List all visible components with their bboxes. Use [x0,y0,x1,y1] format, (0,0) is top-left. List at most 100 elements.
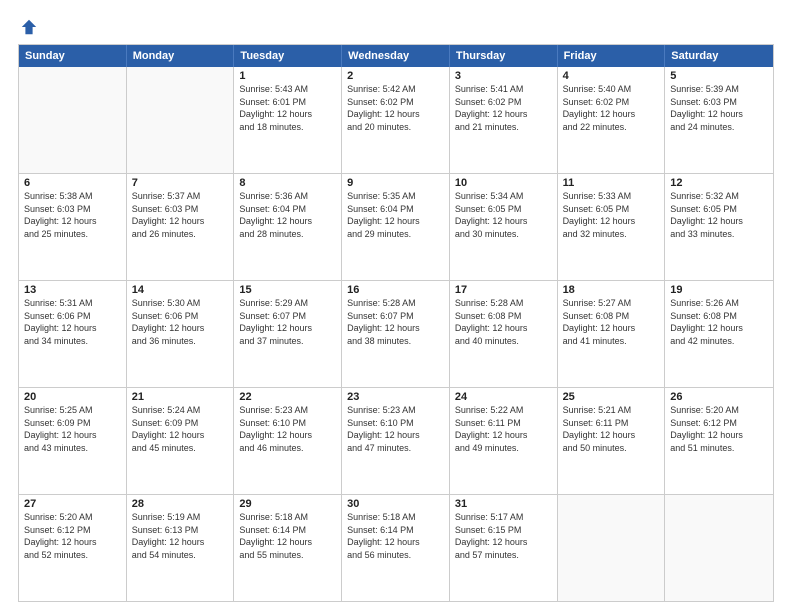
day-number: 31 [455,498,552,510]
day-info: Sunrise: 5:31 AM Sunset: 6:06 PM Dayligh… [24,297,121,347]
calendar-cell: 30Sunrise: 5:18 AM Sunset: 6:14 PM Dayli… [342,495,450,601]
day-info: Sunrise: 5:18 AM Sunset: 6:14 PM Dayligh… [239,511,336,561]
calendar-cell: 19Sunrise: 5:26 AM Sunset: 6:08 PM Dayli… [665,281,773,387]
day-number: 27 [24,498,121,510]
day-info: Sunrise: 5:28 AM Sunset: 6:07 PM Dayligh… [347,297,444,347]
calendar-cell [665,495,773,601]
day-info: Sunrise: 5:28 AM Sunset: 6:08 PM Dayligh… [455,297,552,347]
calendar-cell: 6Sunrise: 5:38 AM Sunset: 6:03 PM Daylig… [19,174,127,280]
day-number: 19 [670,284,768,296]
day-info: Sunrise: 5:22 AM Sunset: 6:11 PM Dayligh… [455,404,552,454]
day-info: Sunrise: 5:40 AM Sunset: 6:02 PM Dayligh… [563,83,660,133]
day-info: Sunrise: 5:24 AM Sunset: 6:09 PM Dayligh… [132,404,229,454]
day-number: 24 [455,391,552,403]
page: SundayMondayTuesdayWednesdayThursdayFrid… [0,0,792,612]
day-info: Sunrise: 5:33 AM Sunset: 6:05 PM Dayligh… [563,190,660,240]
day-number: 6 [24,177,121,189]
header-day-saturday: Saturday [665,45,773,67]
day-info: Sunrise: 5:23 AM Sunset: 6:10 PM Dayligh… [239,404,336,454]
day-number: 2 [347,70,444,82]
day-number: 18 [563,284,660,296]
calendar-cell: 20Sunrise: 5:25 AM Sunset: 6:09 PM Dayli… [19,388,127,494]
calendar-cell [127,67,235,173]
day-number: 5 [670,70,768,82]
calendar-cell: 13Sunrise: 5:31 AM Sunset: 6:06 PM Dayli… [19,281,127,387]
calendar-cell: 31Sunrise: 5:17 AM Sunset: 6:15 PM Dayli… [450,495,558,601]
calendar-cell: 12Sunrise: 5:32 AM Sunset: 6:05 PM Dayli… [665,174,773,280]
day-info: Sunrise: 5:32 AM Sunset: 6:05 PM Dayligh… [670,190,768,240]
day-info: Sunrise: 5:27 AM Sunset: 6:08 PM Dayligh… [563,297,660,347]
day-number: 3 [455,70,552,82]
calendar-cell: 24Sunrise: 5:22 AM Sunset: 6:11 PM Dayli… [450,388,558,494]
day-number: 17 [455,284,552,296]
calendar-cell: 1Sunrise: 5:43 AM Sunset: 6:01 PM Daylig… [234,67,342,173]
header-day-wednesday: Wednesday [342,45,450,67]
calendar-cell: 7Sunrise: 5:37 AM Sunset: 6:03 PM Daylig… [127,174,235,280]
day-number: 20 [24,391,121,403]
header-day-monday: Monday [127,45,235,67]
calendar-cell: 18Sunrise: 5:27 AM Sunset: 6:08 PM Dayli… [558,281,666,387]
header [18,18,774,36]
calendar-cell: 28Sunrise: 5:19 AM Sunset: 6:13 PM Dayli… [127,495,235,601]
calendar-cell: 26Sunrise: 5:20 AM Sunset: 6:12 PM Dayli… [665,388,773,494]
day-number: 30 [347,498,444,510]
day-info: Sunrise: 5:37 AM Sunset: 6:03 PM Dayligh… [132,190,229,240]
header-day-tuesday: Tuesday [234,45,342,67]
logo [18,18,38,36]
day-info: Sunrise: 5:19 AM Sunset: 6:13 PM Dayligh… [132,511,229,561]
calendar-header: SundayMondayTuesdayWednesdayThursdayFrid… [19,45,773,67]
day-number: 7 [132,177,229,189]
day-number: 25 [563,391,660,403]
day-number: 23 [347,391,444,403]
calendar-cell: 21Sunrise: 5:24 AM Sunset: 6:09 PM Dayli… [127,388,235,494]
day-info: Sunrise: 5:36 AM Sunset: 6:04 PM Dayligh… [239,190,336,240]
header-day-friday: Friday [558,45,666,67]
calendar-cell: 25Sunrise: 5:21 AM Sunset: 6:11 PM Dayli… [558,388,666,494]
day-number: 28 [132,498,229,510]
calendar: SundayMondayTuesdayWednesdayThursdayFrid… [18,44,774,602]
calendar-cell: 22Sunrise: 5:23 AM Sunset: 6:10 PM Dayli… [234,388,342,494]
calendar-cell: 3Sunrise: 5:41 AM Sunset: 6:02 PM Daylig… [450,67,558,173]
day-info: Sunrise: 5:20 AM Sunset: 6:12 PM Dayligh… [670,404,768,454]
calendar-cell: 9Sunrise: 5:35 AM Sunset: 6:04 PM Daylig… [342,174,450,280]
calendar-cell: 5Sunrise: 5:39 AM Sunset: 6:03 PM Daylig… [665,67,773,173]
calendar-cell: 29Sunrise: 5:18 AM Sunset: 6:14 PM Dayli… [234,495,342,601]
day-number: 9 [347,177,444,189]
calendar-row-5: 27Sunrise: 5:20 AM Sunset: 6:12 PM Dayli… [19,494,773,601]
calendar-row-2: 6Sunrise: 5:38 AM Sunset: 6:03 PM Daylig… [19,173,773,280]
day-number: 10 [455,177,552,189]
day-number: 16 [347,284,444,296]
day-number: 29 [239,498,336,510]
calendar-row-3: 13Sunrise: 5:31 AM Sunset: 6:06 PM Dayli… [19,280,773,387]
day-info: Sunrise: 5:26 AM Sunset: 6:08 PM Dayligh… [670,297,768,347]
day-info: Sunrise: 5:42 AM Sunset: 6:02 PM Dayligh… [347,83,444,133]
calendar-cell: 15Sunrise: 5:29 AM Sunset: 6:07 PM Dayli… [234,281,342,387]
day-info: Sunrise: 5:41 AM Sunset: 6:02 PM Dayligh… [455,83,552,133]
day-number: 26 [670,391,768,403]
day-info: Sunrise: 5:25 AM Sunset: 6:09 PM Dayligh… [24,404,121,454]
calendar-cell: 16Sunrise: 5:28 AM Sunset: 6:07 PM Dayli… [342,281,450,387]
calendar-cell: 14Sunrise: 5:30 AM Sunset: 6:06 PM Dayli… [127,281,235,387]
day-number: 4 [563,70,660,82]
day-info: Sunrise: 5:34 AM Sunset: 6:05 PM Dayligh… [455,190,552,240]
calendar-cell: 2Sunrise: 5:42 AM Sunset: 6:02 PM Daylig… [342,67,450,173]
header-day-thursday: Thursday [450,45,558,67]
day-info: Sunrise: 5:18 AM Sunset: 6:14 PM Dayligh… [347,511,444,561]
day-info: Sunrise: 5:39 AM Sunset: 6:03 PM Dayligh… [670,83,768,133]
calendar-cell: 27Sunrise: 5:20 AM Sunset: 6:12 PM Dayli… [19,495,127,601]
header-day-sunday: Sunday [19,45,127,67]
calendar-row-1: 1Sunrise: 5:43 AM Sunset: 6:01 PM Daylig… [19,67,773,173]
logo-icon [20,18,38,36]
calendar-cell: 23Sunrise: 5:23 AM Sunset: 6:10 PM Dayli… [342,388,450,494]
day-info: Sunrise: 5:17 AM Sunset: 6:15 PM Dayligh… [455,511,552,561]
day-info: Sunrise: 5:43 AM Sunset: 6:01 PM Dayligh… [239,83,336,133]
calendar-row-4: 20Sunrise: 5:25 AM Sunset: 6:09 PM Dayli… [19,387,773,494]
day-info: Sunrise: 5:20 AM Sunset: 6:12 PM Dayligh… [24,511,121,561]
calendar-cell: 4Sunrise: 5:40 AM Sunset: 6:02 PM Daylig… [558,67,666,173]
day-number: 13 [24,284,121,296]
day-number: 15 [239,284,336,296]
calendar-cell: 17Sunrise: 5:28 AM Sunset: 6:08 PM Dayli… [450,281,558,387]
calendar-cell [558,495,666,601]
day-number: 14 [132,284,229,296]
calendar-cell [19,67,127,173]
